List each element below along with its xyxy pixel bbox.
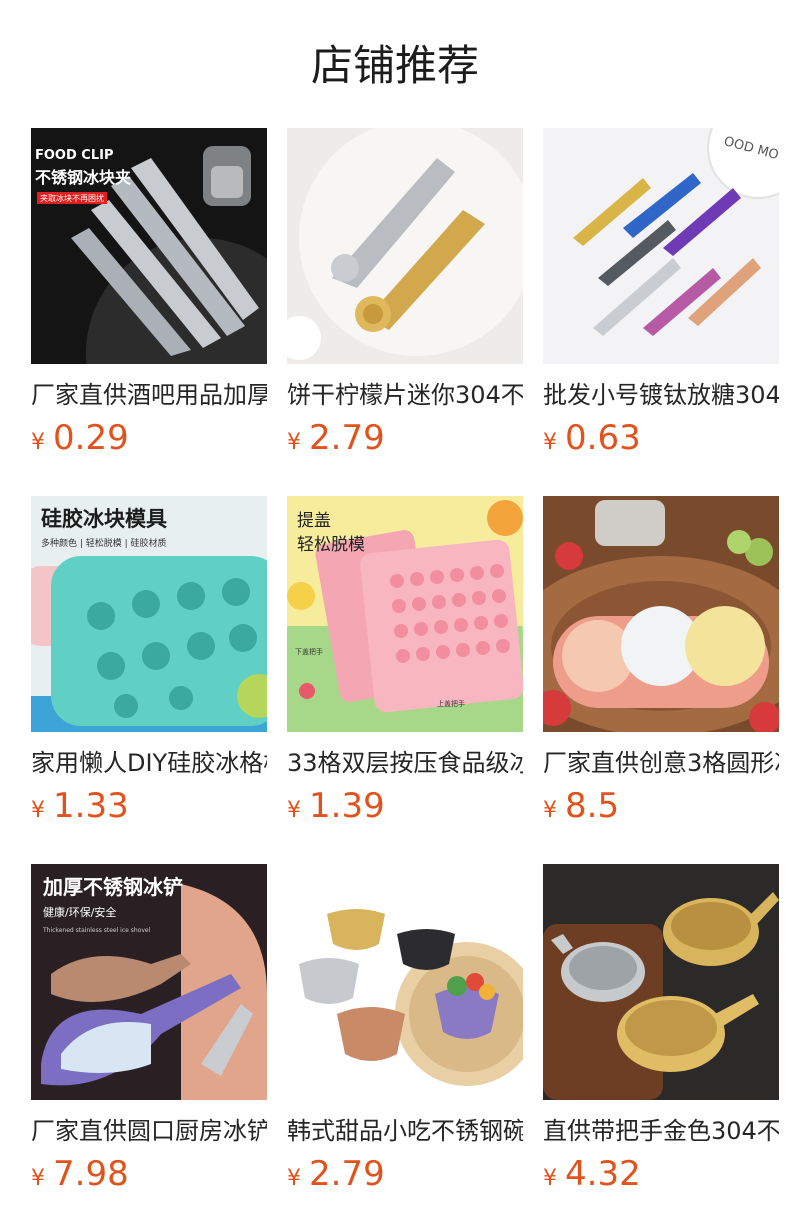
product-card[interactable]: FOOD CLIP 不锈钢冰块夹 夹取冰块不再困扰 厂家直供酒吧用品加厚不锈钢冰…	[31, 128, 267, 468]
product-price: ¥2.79	[287, 1152, 385, 1196]
currency-symbol: ¥	[31, 430, 45, 455]
steel-dessert-bowls-image[interactable]	[287, 864, 523, 1100]
gold-handle-bowls-image[interactable]	[543, 864, 779, 1100]
product-title[interactable]: 33格双层按压食品级冰格	[287, 746, 523, 780]
currency-symbol: ¥	[287, 430, 301, 455]
colorful-sugar-tongs-image[interactable]: OOD MO	[543, 128, 779, 364]
currency-symbol: ¥	[543, 430, 557, 455]
product-price: ¥1.33	[31, 784, 129, 828]
price-value: 8.5	[565, 786, 620, 826]
stainless-ice-tongs-image[interactable]: FOOD CLIP 不锈钢冰块夹 夹取冰块不再困扰	[31, 128, 267, 364]
product-card[interactable]: 加厚不锈钢冰铲 健康/环保/安全 Thickened stainless ste…	[31, 864, 267, 1204]
image-label: FOOD CLIP	[35, 148, 114, 163]
product-price: ¥0.63	[543, 416, 641, 460]
product-title[interactable]: 厂家直供创意3格圆形冰球模具	[543, 746, 779, 780]
image-label: 提盖	[297, 511, 331, 531]
product-price: ¥8.5	[543, 784, 619, 828]
product-grid: FOOD CLIP 不锈钢冰块夹 夹取冰块不再困扰 厂家直供酒吧用品加厚不锈钢冰…	[31, 128, 790, 1232]
product-card[interactable]: OOD MO 批发小号镀钛放糖304不锈钢夹 ¥0.63	[543, 128, 779, 468]
product-title[interactable]: 厂家直供酒吧用品加厚不锈钢冰块夹	[31, 378, 267, 412]
product-card[interactable]: 提盖 轻松脱模 下盖把手 上盖把手 33格双层按压食品级冰格 ¥1.39	[287, 496, 523, 836]
price-value: 1.39	[309, 786, 385, 826]
ice-ball-mold-image[interactable]	[543, 496, 779, 732]
product-card[interactable]: 厂家直供创意3格圆形冰球模具 ¥8.5	[543, 496, 779, 836]
silicone-ice-mold-image[interactable]: 硅胶冰块模具 多种颜色 | 轻松脱模 | 硅胶材质	[31, 496, 267, 732]
image-label: 多种颜色 | 轻松脱模 | 硅胶材质	[41, 537, 167, 549]
product-price: ¥2.79	[287, 416, 385, 460]
image-label: 下盖把手	[295, 647, 323, 656]
price-value: 0.63	[565, 418, 641, 458]
product-title[interactable]: 韩式甜品小吃不锈钢碗	[287, 1114, 523, 1148]
product-card[interactable]: 饼干柠檬片迷你304不锈钢夹 ¥2.79	[287, 128, 523, 468]
currency-symbol: ¥	[287, 1166, 301, 1191]
mini-sugar-tongs-image[interactable]	[287, 128, 523, 364]
image-label: 上盖把手	[437, 699, 465, 708]
product-price: ¥7.98	[31, 1152, 129, 1196]
ice-scoop-image[interactable]: 加厚不锈钢冰铲 健康/环保/安全 Thickened stainless ste…	[31, 864, 267, 1100]
currency-symbol: ¥	[31, 1166, 45, 1191]
price-value: 0.29	[53, 418, 129, 458]
product-title[interactable]: 厂家直供圆口厨房冰铲	[31, 1114, 267, 1148]
price-value: 4.32	[565, 1154, 641, 1194]
image-label: 轻松脱模	[297, 535, 365, 555]
product-title[interactable]: 批发小号镀钛放糖304不锈钢夹	[543, 378, 779, 412]
price-value: 2.79	[309, 418, 385, 458]
product-card[interactable]: 直供带把手金色304不锈钢碗 ¥4.32	[543, 864, 779, 1204]
page-title: 店铺推荐	[310, 41, 479, 90]
price-value: 7.98	[53, 1154, 129, 1194]
product-title[interactable]: 家用懒人DIY硅胶冰格模具	[31, 746, 267, 780]
product-card[interactable]: 硅胶冰块模具 多种颜色 | 轻松脱模 | 硅胶材质 家用懒人DIY硅胶冰格模具 …	[31, 496, 267, 836]
product-price: ¥0.29	[31, 416, 129, 460]
double-layer-ice-tray-image[interactable]: 提盖 轻松脱模 下盖把手 上盖把手	[287, 496, 523, 732]
image-label: 加厚不锈钢冰铲	[42, 875, 183, 899]
currency-symbol: ¥	[287, 798, 301, 823]
image-label: 不锈钢冰块夹	[35, 168, 131, 187]
currency-symbol: ¥	[31, 798, 45, 823]
price-value: 1.33	[53, 786, 129, 826]
currency-symbol: ¥	[543, 798, 557, 823]
product-price: ¥4.32	[543, 1152, 641, 1196]
image-label: 健康/环保/安全	[43, 905, 116, 919]
image-label: 硅胶冰块模具	[41, 507, 167, 531]
image-label: Thickened stainless steel ice shovel	[42, 927, 151, 934]
product-card[interactable]: 韩式甜品小吃不锈钢碗 ¥2.79	[287, 864, 523, 1204]
product-title[interactable]: 饼干柠檬片迷你304不锈钢夹	[287, 378, 523, 412]
price-value: 2.79	[309, 1154, 385, 1194]
image-label: 夹取冰块不再困扰	[40, 193, 104, 203]
product-price: ¥1.39	[287, 784, 385, 828]
product-title[interactable]: 直供带把手金色304不锈钢碗	[543, 1114, 779, 1148]
currency-symbol: ¥	[543, 1166, 557, 1191]
